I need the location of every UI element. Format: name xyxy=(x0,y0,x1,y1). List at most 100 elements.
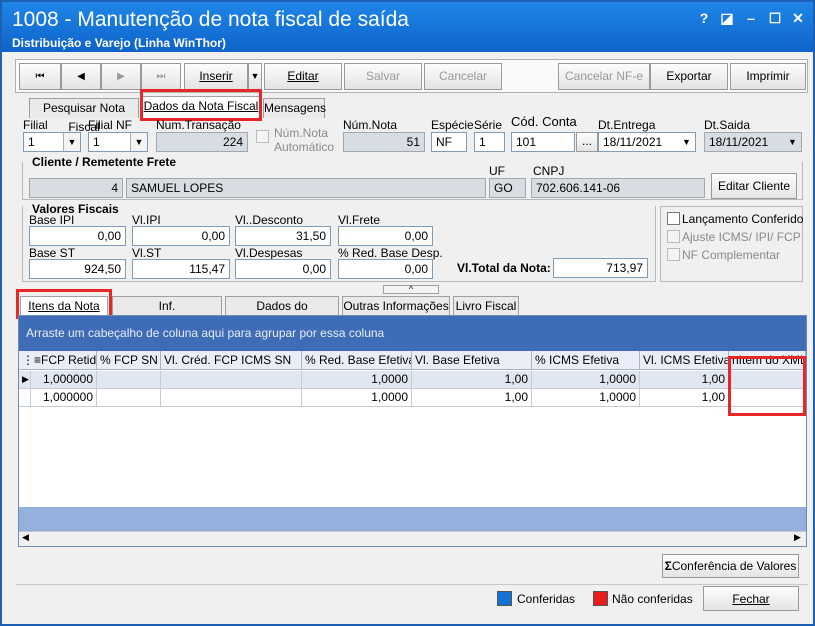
cod-conta-lookup-button[interactable]: ... xyxy=(576,132,598,152)
tab-inf-complementares[interactable]: Inf. Complementares xyxy=(112,296,222,332)
close-icon[interactable]: ✕ xyxy=(790,10,806,26)
horizontal-scrollbar[interactable]: ◀ ▶ xyxy=(19,531,806,546)
group-by-hint[interactable]: Arraste um cabeçalho de coluna aqui para… xyxy=(19,316,806,351)
export-button[interactable]: Exportar xyxy=(650,63,728,90)
current-row-indicator-icon: ▶ xyxy=(19,371,31,389)
vl-st-field[interactable]: 115,47 xyxy=(132,259,230,279)
cell[interactable] xyxy=(97,371,161,389)
tab-dados-transporte[interactable]: Dados do Transporte xyxy=(225,296,339,332)
col-icms-efetiva[interactable]: % ICMS Efetiva xyxy=(532,351,640,370)
close-button[interactable]: Fechar xyxy=(703,586,799,611)
title-bar: 1008 - Manutenção de nota fiscal de saíd… xyxy=(2,2,813,52)
nf-complementar-label: NF Complementar xyxy=(682,248,781,262)
cliente-name-field[interactable]: SAMUEL LOPES xyxy=(126,178,486,198)
col-cred-fcp[interactable]: Vl. Créd. FCP ICMS SN xyxy=(161,351,302,370)
calendar-dropdown-icon[interactable]: ▼ xyxy=(784,133,801,151)
uf-field[interactable]: GO xyxy=(489,178,526,198)
maximize-icon[interactable]: ☐ xyxy=(767,10,783,26)
vl-ipi-label: Vl.IPI xyxy=(132,213,161,227)
vl-ipi-field[interactable]: 0,00 xyxy=(132,226,230,246)
minimize-icon[interactable]: – xyxy=(743,10,759,26)
vl-desconto-field[interactable]: 31,50 xyxy=(235,226,331,246)
col-fcp-retido[interactable]: ⋮≡FCP Retido xyxy=(19,351,97,370)
restore-layout-icon[interactable]: ◪ xyxy=(719,10,735,26)
ajuste-icms-checkbox[interactable] xyxy=(667,230,680,243)
serie-label: Série xyxy=(474,118,503,132)
prev-record-button[interactable]: ◀ xyxy=(61,63,101,90)
red-base-field[interactable]: 0,00 xyxy=(338,259,433,279)
insert-button[interactable]: Inserir xyxy=(184,63,248,90)
highlight-nitem-column xyxy=(728,356,806,416)
cancel-button[interactable]: Cancelar xyxy=(424,63,502,90)
edit-client-button[interactable]: Editar Cliente xyxy=(711,173,797,199)
chevron-down-icon[interactable]: ▼ xyxy=(63,133,80,151)
column-chooser-icon[interactable]: ⋮≡ xyxy=(22,353,41,367)
filial-nf-value: 1 xyxy=(93,135,100,149)
calendar-dropdown-icon[interactable]: ▼ xyxy=(678,133,695,151)
serie-field[interactable]: 1 xyxy=(474,132,505,152)
cell[interactable]: 1,0000 xyxy=(532,371,640,389)
cell[interactable]: 1,000000 xyxy=(31,371,97,389)
tab-outras-informacoes[interactable]: Outras Informações xyxy=(342,296,450,316)
num-transacao-label: Num.Transação xyxy=(156,118,241,132)
cell[interactable]: 1,00 xyxy=(640,389,729,407)
dt-entrega-field[interactable]: 18/11/2021 ▼ xyxy=(598,132,696,152)
window-subtitle: Distribuição e Varejo (Linha WinThor) xyxy=(12,36,226,50)
first-record-button[interactable]: ⏮ xyxy=(19,63,61,90)
print-button[interactable]: Imprimir xyxy=(730,63,806,90)
cell[interactable] xyxy=(161,371,302,389)
dt-entrega-value: 18/11/2021 xyxy=(603,135,663,149)
cell[interactable]: 1,00 xyxy=(412,389,532,407)
collapse-handle-icon[interactable]: ^ xyxy=(383,285,439,294)
edit-button[interactable]: Editar xyxy=(264,63,342,90)
last-record-button[interactable]: ⏭ xyxy=(141,63,181,90)
dt-saida-label: Dt.Saida xyxy=(704,118,751,132)
base-st-field[interactable]: 924,50 xyxy=(29,259,126,279)
cliente-code-field[interactable]: 4 xyxy=(29,178,123,198)
num-nota-auto-checkbox[interactable] xyxy=(256,130,269,143)
cancel-nfe-button[interactable]: Cancelar NF-e xyxy=(558,63,650,90)
total-field[interactable]: 713,97 xyxy=(553,258,648,278)
chevron-down-icon[interactable]: ▼ xyxy=(130,133,147,151)
col-red-base[interactable]: % Red. Base Efetiva xyxy=(302,351,412,370)
next-record-button[interactable]: ▶ xyxy=(101,63,141,90)
cell[interactable]: 1,0000 xyxy=(302,371,412,389)
conferencia-valores-button[interactable]: ΣConferência de Valores xyxy=(662,554,799,578)
base-ipi-field[interactable]: 0,00 xyxy=(29,226,126,246)
vl-despesas-field[interactable]: 0,00 xyxy=(235,259,331,279)
tab-pesquisar-nota[interactable]: Pesquisar Nota Fiscal xyxy=(29,98,139,134)
insert-dropdown-icon[interactable]: ▼ xyxy=(248,63,262,90)
filial-nf-select[interactable]: 1 ▼ xyxy=(88,132,148,152)
help-icon[interactable]: ? xyxy=(696,10,712,26)
total-label: Vl.Total da Nota: xyxy=(457,261,551,275)
cell[interactable]: 1,000000 xyxy=(31,389,97,407)
cell[interactable]: 1,0000 xyxy=(532,389,640,407)
num-nota-auto-label: Núm.Nota Automático xyxy=(274,126,335,154)
col-vl-icms-efetiva[interactable]: Vl. ICMS Efetiva xyxy=(640,351,729,370)
tab-mensagens[interactable]: Mensagens xyxy=(263,98,326,118)
num-transacao-field[interactable]: 224 xyxy=(156,132,248,152)
vl-frete-field[interactable]: 0,00 xyxy=(338,226,433,246)
uf-label: UF xyxy=(489,164,505,178)
dt-saida-field[interactable]: 18/11/2021 ▼ xyxy=(704,132,802,152)
lanc-conferido-checkbox[interactable] xyxy=(667,212,680,225)
cell[interactable]: 1,00 xyxy=(412,371,532,389)
cell[interactable] xyxy=(97,389,161,407)
cell[interactable]: 1,0000 xyxy=(302,389,412,407)
save-button[interactable]: Salvar xyxy=(344,63,422,90)
cnpj-field[interactable]: 702.606.141-06 xyxy=(531,178,705,198)
cell[interactable] xyxy=(161,389,302,407)
scroll-right-icon[interactable]: ▶ xyxy=(794,532,801,543)
col-fcp-sn[interactable]: % FCP SN xyxy=(97,351,161,370)
tab-livro-fiscal[interactable]: Livro Fiscal xyxy=(453,296,519,316)
cell[interactable]: 1,00 xyxy=(640,371,729,389)
nf-complementar-checkbox[interactable] xyxy=(667,248,680,261)
cod-conta-field[interactable]: 101 xyxy=(511,132,575,152)
especie-field[interactable]: NF xyxy=(431,132,467,152)
col-base-efetiva[interactable]: Vl. Base Efetiva xyxy=(412,351,532,370)
filial-select[interactable]: 1 ▼ xyxy=(23,132,81,152)
scroll-left-icon[interactable]: ◀ xyxy=(22,532,29,543)
num-nota-field[interactable]: 51 xyxy=(343,132,425,152)
conferencia-valores-label: Conferência de Valores xyxy=(671,559,797,573)
sum-icon: Σ xyxy=(664,559,672,573)
